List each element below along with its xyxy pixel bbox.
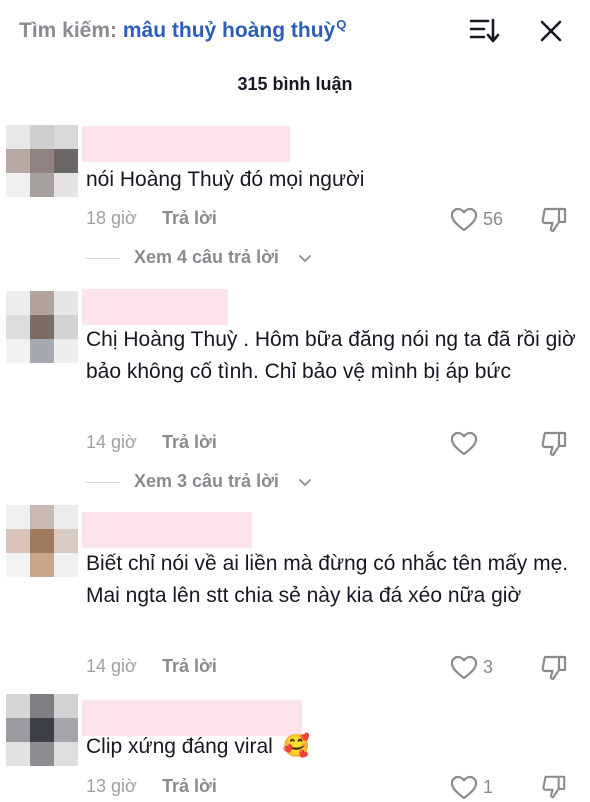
avatar[interactable] (6, 291, 78, 363)
avatar[interactable] (6, 125, 78, 197)
chevron-down-icon (299, 255, 311, 262)
comment-time: 18 giờ (86, 208, 137, 228)
search-header: Tìm kiếm: mâu thuỷ hoàng thuỳQ (0, 0, 590, 62)
comment-text-row: Clip xứng đáng viral 🥰 (86, 730, 576, 763)
thumbs-down-icon[interactable] (540, 774, 568, 800)
comment-text: Biết chỉ nói về ai liền mà đừng có nhắc … (86, 552, 569, 607)
like-count: 1 (483, 777, 494, 797)
view-replies-label[interactable]: Xem 3 câu trả lời (134, 471, 279, 492)
smiling-face-hearts-icon: 🥰 (282, 733, 311, 758)
divider-line (86, 482, 120, 483)
comment-count: 315 bình luận (237, 74, 353, 94)
heart-icon[interactable] (450, 431, 478, 457)
thumbs-down-icon[interactable] (540, 206, 568, 234)
close-button[interactable] (536, 16, 566, 46)
like-count: 56 (483, 209, 504, 229)
heart-icon[interactable] (450, 207, 478, 233)
comment-text: nói Hoàng Thuỳ đó mọi người (86, 168, 365, 191)
search-term: mâu thuỷ hoàng thuỳ (122, 19, 336, 42)
search-query[interactable]: Tìm kiếm: mâu thuỷ hoàng thuỳQ (19, 17, 346, 43)
reply-button[interactable]: Trả lời (162, 208, 217, 229)
comment-time: 13 giờ (86, 776, 137, 796)
sort-icon (469, 18, 500, 43)
search-label: Tìm kiếm: (19, 19, 123, 42)
divider-line (86, 258, 120, 259)
heart-icon[interactable] (450, 655, 478, 681)
username-placeholder[interactable] (82, 512, 252, 548)
view-replies-label[interactable]: Xem 4 câu trả lời (134, 247, 279, 268)
comment-text: Chị Hoàng Thuỳ . Hôm bữa đăng nói ng ta … (86, 328, 576, 383)
reply-button[interactable]: Trả lời (162, 656, 217, 677)
username-placeholder[interactable] (82, 289, 228, 325)
search-superscript: Q (336, 17, 347, 32)
thumbs-down-icon[interactable] (540, 430, 568, 458)
comment-time: 14 giờ (86, 656, 137, 676)
sort-button[interactable] (468, 16, 500, 46)
chevron-down-icon (299, 479, 311, 486)
heart-icon[interactable] (450, 775, 478, 801)
comment-time: 14 giờ (86, 432, 137, 452)
username-placeholder[interactable] (82, 126, 290, 162)
thumbs-down-icon[interactable] (540, 654, 568, 682)
avatar[interactable] (6, 505, 78, 577)
reply-button[interactable]: Trả lời (162, 776, 217, 797)
close-icon (540, 20, 562, 42)
avatar[interactable] (6, 694, 78, 766)
reply-button[interactable]: Trả lời (162, 432, 217, 453)
comment-text: Clip xứng đáng viral (86, 735, 273, 758)
like-count: 3 (483, 657, 494, 677)
